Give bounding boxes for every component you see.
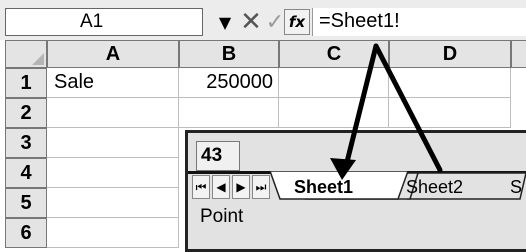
arrow-line-to-sheet2: [373, 43, 443, 173]
arrowhead: [330, 158, 356, 180]
annotation-arrows: [330, 43, 443, 180]
arrow-to-sheet1: [342, 43, 379, 173]
